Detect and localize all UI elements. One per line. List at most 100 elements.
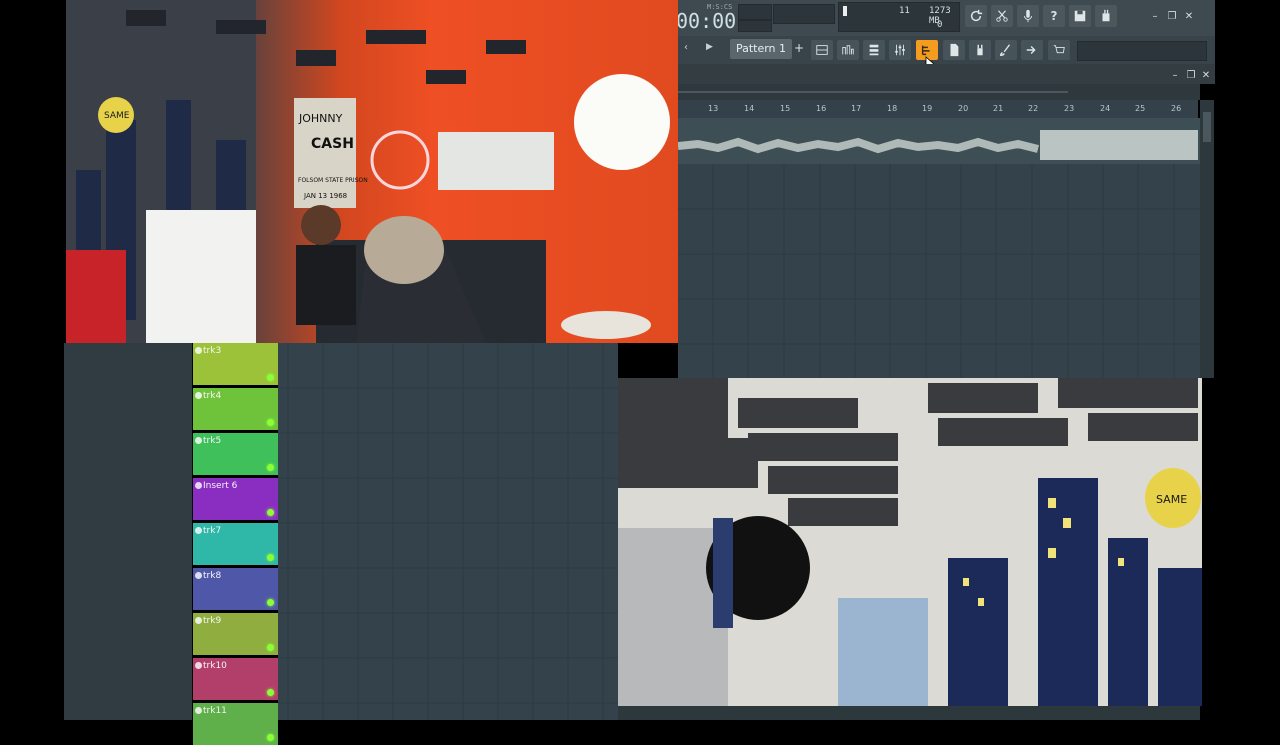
poster-line-3: FOLSOM STATE PRISON (298, 177, 368, 184)
help-button[interactable]: ? (1043, 5, 1065, 27)
scroll-thumb[interactable] (1203, 112, 1211, 142)
mic-button[interactable] (1017, 5, 1039, 27)
track-enable-dot[interactable] (195, 617, 202, 624)
brush-button[interactable] (995, 40, 1017, 60)
track-header[interactable]: trk11 (193, 703, 278, 745)
save-button[interactable] (1069, 5, 1091, 27)
track-enable-dot[interactable] (195, 437, 202, 444)
sign-text: SAME (104, 111, 130, 121)
ruler-mark: 22 (1028, 104, 1039, 113)
render-button[interactable] (1021, 40, 1043, 60)
track-mute-led[interactable] (267, 554, 274, 561)
ruler-mark: 17 (851, 104, 862, 113)
refresh-icon (970, 9, 983, 22)
track-mute-led[interactable] (267, 689, 274, 696)
mixer-icon (895, 44, 905, 56)
horizontal-scroll[interactable] (678, 91, 1068, 93)
track-mute-led[interactable] (267, 644, 274, 651)
arrow-left-icon[interactable]: ‹ (684, 42, 688, 53)
cart-button[interactable] (1048, 40, 1070, 60)
track-header[interactable]: trk10 (193, 658, 278, 700)
close-icon: ✕ (1201, 69, 1211, 81)
toolbar-panel (1077, 41, 1207, 61)
track-mute-led[interactable] (267, 419, 274, 426)
track-enable-dot[interactable] (195, 572, 202, 579)
minimize-icon: – (1152, 10, 1158, 22)
playlist-minimize[interactable]: – (1168, 69, 1182, 81)
pattern-selector[interactable]: Pattern 1 (730, 39, 792, 59)
ruler-mark: 18 (887, 104, 898, 113)
add-pattern-icon[interactable]: + (794, 41, 804, 55)
piano-roll-button[interactable] (837, 40, 859, 60)
tempo-slot[interactable] (738, 4, 772, 20)
track-enable-dot[interactable] (195, 527, 202, 534)
bottom-scrollbar[interactable] (618, 706, 1200, 720)
plugin-picker-button[interactable] (969, 40, 991, 60)
audio-waveform (677, 118, 1200, 164)
playlist-button[interactable] (811, 40, 833, 60)
playlist-grid[interactable] (678, 164, 1200, 378)
track-label: trk8 (203, 571, 222, 581)
ruler-mark: 25 (1135, 104, 1146, 113)
help-icon: ? (1050, 9, 1058, 23)
plugin-button[interactable] (1095, 5, 1117, 27)
track-header[interactable]: trk3 (193, 343, 278, 385)
timeline-ruler[interactable]: 13 14 15 16 17 18 19 20 21 22 23 24 25 2… (678, 100, 1198, 118)
track-header[interactable]: trk4 (193, 388, 278, 430)
track-header[interactable]: trk5 (193, 433, 278, 475)
cpu-bar (843, 6, 847, 16)
song-time-display[interactable]: M:S:CS 00:00 (676, 3, 736, 33)
ruler-mark: 24 (1100, 104, 1111, 113)
track-mute-led[interactable] (267, 509, 274, 516)
browser-button[interactable] (943, 40, 965, 60)
webcam-studio-view: SAME JOHNNY CASH FOLSOM STATE PRISON JAN… (66, 0, 678, 343)
track-label: trk7 (203, 526, 222, 536)
minimize-icon: – (1172, 69, 1178, 81)
time-value: 00:00 (676, 9, 737, 33)
playlist-icon (816, 45, 828, 55)
track-header[interactable]: trk7 (193, 523, 278, 565)
track-enable-dot[interactable] (195, 707, 202, 714)
audio-clip-row[interactable] (677, 118, 1200, 164)
booth-scene: SAME (618, 378, 1202, 706)
track-header[interactable]: Insert 6 (193, 478, 278, 520)
channel-rack-button[interactable] (863, 40, 885, 60)
ruler-mark: 13 (708, 104, 719, 113)
track-mute-led[interactable] (267, 734, 274, 741)
mixer-button[interactable] (889, 40, 911, 60)
save-icon (1074, 10, 1086, 22)
ruler-mark: 15 (780, 104, 791, 113)
cut-button[interactable] (991, 5, 1013, 27)
track-label: trk9 (203, 616, 222, 626)
ruler-mark: 23 (1064, 104, 1075, 113)
track-mute-led[interactable] (267, 464, 274, 471)
track-enable-dot[interactable] (195, 662, 202, 669)
track-gutter (64, 343, 192, 720)
track-enable-dot[interactable] (195, 392, 202, 399)
refresh-button[interactable] (965, 5, 987, 27)
track-header[interactable]: trk8 (193, 568, 278, 610)
playlist-titlebar (678, 64, 1215, 84)
track-mute-led[interactable] (267, 374, 274, 381)
play-small-icon[interactable]: ▶ (706, 42, 713, 52)
playlist-restore[interactable]: ❐ (1184, 69, 1198, 81)
tempo-slot-2[interactable] (738, 20, 772, 32)
hint-bar (773, 4, 835, 24)
close-icon: ✕ (1184, 10, 1194, 22)
playlist-toolbar (678, 84, 1200, 100)
ruler-mark: 26 (1171, 104, 1182, 113)
minimize-button[interactable]: – (1148, 10, 1162, 22)
plugin-picker-icon (977, 44, 983, 56)
vertical-scrollbar[interactable] (1200, 100, 1214, 378)
close-button[interactable]: ✕ (1182, 10, 1196, 22)
track-header[interactable]: trk9 (193, 613, 278, 655)
restore-button[interactable]: ❐ (1165, 10, 1179, 22)
poster-line-4: JAN 13 1968 (303, 192, 347, 200)
track-enable-dot[interactable] (195, 347, 202, 354)
grid-lines (678, 164, 1200, 378)
track-lanes[interactable] (278, 343, 618, 720)
step-sequencer-icon (921, 45, 930, 56)
track-mute-led[interactable] (267, 599, 274, 606)
playlist-close[interactable]: ✕ (1199, 69, 1213, 81)
track-enable-dot[interactable] (195, 482, 202, 489)
